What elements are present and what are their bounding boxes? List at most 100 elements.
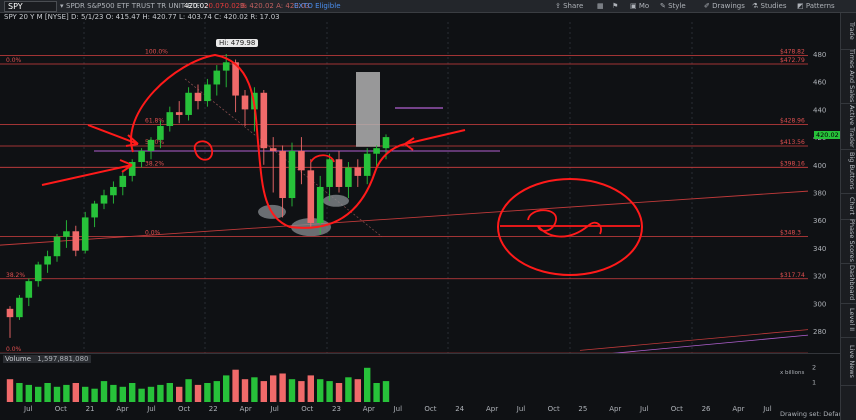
time-axis-label: Jul [270, 405, 279, 413]
candle-body [100, 195, 108, 204]
fib-level-price: $398.16 [780, 160, 805, 167]
candle-body [166, 112, 174, 127]
volume-bar [82, 386, 89, 402]
last-price: 420.02 [184, 2, 209, 10]
time-axis-label: Apr [486, 405, 499, 413]
candle-body [119, 175, 127, 187]
time-axis-label: Oct [178, 405, 191, 413]
candle-body [91, 203, 98, 218]
time-axis-label: 21 [85, 405, 95, 413]
right-tab-chart[interactable]: Chart [841, 193, 856, 220]
time-axis-label: Jul [516, 405, 526, 413]
volume-bar [72, 383, 79, 402]
candle-body [53, 236, 61, 257]
grid-icon[interactable]: ▦ [597, 1, 604, 11]
time-axis-label: Jul [24, 405, 33, 413]
right-tab-active-trader[interactable]: Active Trader [841, 103, 856, 150]
right-tab-level-ii[interactable]: Level II [841, 303, 856, 338]
volume-bar [223, 375, 230, 402]
volume-bar [16, 383, 23, 402]
time-axis-label: Apr [239, 405, 252, 413]
exto-eligible[interactable]: EXTO Eligible [294, 1, 341, 11]
candle-body [298, 150, 305, 171]
candle-body [138, 150, 145, 163]
volume-bar [110, 384, 117, 402]
style-icon: ✎ [660, 2, 666, 10]
fib-level-price: $472.79 [780, 57, 805, 64]
price-tick-label: 480 [813, 51, 826, 59]
time-axis-label: Oct [670, 405, 683, 413]
volume-bar [213, 381, 220, 402]
right-tab-times-and-sales[interactable]: Times And Sales [841, 49, 856, 104]
right-tab-big-buttons[interactable]: Big Buttons [841, 149, 856, 194]
time-axis-label: 25 [578, 405, 588, 413]
chevron-down-icon[interactable]: ▾ [60, 1, 64, 11]
right-tab-phase-scores[interactable]: Phase Scores [841, 219, 856, 264]
ohlc-readout: SPY 20 Y M [NYSE] D: 5/1/23 O: 415.47 H:… [4, 13, 280, 21]
time-axis-label: Jul [393, 405, 403, 413]
volume-bar [354, 379, 361, 402]
right-tab-live-news[interactable]: Live News [841, 337, 856, 386]
volume-bar [279, 373, 286, 402]
volume-bar [166, 383, 173, 402]
symbol-description: SPDR S&P500 ETF TRUST TR UNIT ETF [66, 2, 201, 10]
right-side-panel: Trade Times And Sales Active Trader Big But… [840, 13, 856, 420]
fib-level-label: 38.2% [6, 272, 25, 279]
patterns-button[interactable]: ◩ Patterns [797, 1, 835, 11]
volume-bar [194, 384, 202, 402]
candle-body [382, 137, 390, 149]
volume-bar [176, 386, 183, 402]
symbol-input[interactable]: SPY [4, 1, 57, 12]
timeframe-button[interactable]: ▣ Mo [630, 1, 649, 11]
candle-body [63, 231, 70, 237]
share-button[interactable]: ⇪ Share [555, 1, 583, 11]
candle-body [354, 167, 362, 176]
current-price-box: 420.02 [814, 131, 841, 139]
volume-bar [157, 384, 164, 402]
fib-level-label: 0.0% [6, 346, 22, 353]
volume-bar [382, 381, 390, 402]
studies-button[interactable]: ⚗ Studies [752, 1, 786, 11]
style-button[interactable]: ✎ Style [660, 1, 686, 11]
bookmark-icon[interactable]: ⚑ [612, 1, 618, 11]
volume-pane[interactable]: 2 1 x billions [0, 353, 840, 404]
price-chart[interactable]: 480460440420400380360340320300280100.0%$… [0, 22, 840, 353]
right-tab-dashboard[interactable]: Dashboard [841, 263, 856, 304]
volume-bar [63, 384, 70, 402]
annotation-arrow-line [404, 129, 466, 145]
right-tab-trade[interactable]: Trade [841, 13, 856, 50]
time-axis-label: Oct [301, 405, 314, 413]
time-axis-label: Apr [609, 405, 622, 413]
volume-bar [307, 375, 314, 402]
time-axis-label: 22 [208, 405, 218, 413]
candle-body [307, 170, 315, 223]
price-tick-label: 320 [813, 273, 826, 281]
time-axis-label: Apr [732, 405, 745, 413]
candle-body [16, 297, 23, 318]
fib-level-label: 38.2% [145, 160, 164, 167]
volume-bar [345, 377, 352, 402]
candle-body [34, 264, 42, 282]
candle-body [147, 139, 155, 151]
chart-subheader: SPY 20 Y M [NYSE] D: 5/1/23 O: 415.47 H:… [0, 13, 840, 22]
time-axis-label: Oct [54, 405, 67, 413]
candle-body [363, 153, 371, 176]
annotation-arrowhead [404, 137, 415, 151]
annotation-arrow [41, 159, 133, 186]
time-axis-label: 23 [332, 405, 341, 413]
volume-bar [298, 381, 305, 402]
fib-level-label: 100.0% [145, 49, 168, 56]
drawing-set-label[interactable]: Drawing set: Default [780, 410, 847, 418]
high-label: Hi: 479.98 [216, 39, 259, 47]
trend-line [0, 190, 809, 246]
candle-body [6, 308, 14, 318]
fib-level-price: $348.3 [780, 229, 801, 236]
volume-bar [6, 379, 14, 402]
volume-bar [100, 381, 108, 402]
drawings-button[interactable]: ✐ Drawings [704, 1, 745, 11]
candle-body [25, 281, 33, 298]
price-tick-label: 360 [813, 217, 826, 225]
volume-bar [326, 381, 333, 402]
candle-body [175, 112, 183, 115]
candle-body [81, 217, 89, 251]
